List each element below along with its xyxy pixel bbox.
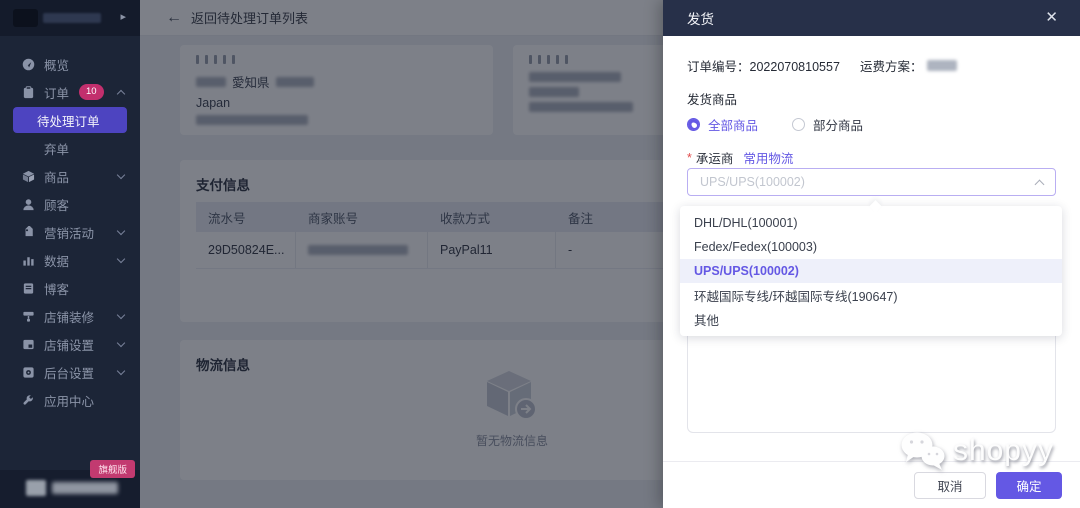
sidebar-item-backend-settings[interactable]: 后台设置: [0, 358, 140, 386]
sidebar-item-abandoned-orders[interactable]: 弃单: [0, 134, 140, 162]
chevron-up-icon: [1034, 179, 1045, 189]
sidebar-item-label: 后台设置: [44, 366, 95, 381]
sidebar-item-data[interactable]: 数据: [0, 246, 140, 274]
edition-badge: 旗舰版: [90, 460, 135, 478]
sidebar-item-label: 博客: [44, 282, 70, 297]
sidebar-item-label: 商品: [44, 170, 70, 185]
sidebar-menu: 概览 订单 10 待处理订单 弃单 商品 顾客 营销活动 数据 博客 店铺装修 …: [0, 50, 140, 414]
orders-count-badge: 10: [79, 84, 104, 100]
chevron-down-icon: [116, 226, 126, 236]
carrier-field-row: * 承运商 常用物流: [687, 148, 793, 167]
data-chart-icon: [23, 256, 34, 266]
chevron-up-icon: [116, 89, 126, 99]
order-number-row: 订单编号：2022070810557: [687, 56, 840, 75]
products-icon: [22, 170, 35, 182]
backend-settings-gear-icon: [23, 366, 34, 378]
dropdown-option-fedex[interactable]: Fedex/Fedex(100003): [680, 235, 1062, 259]
carrier-label: 承运商: [695, 152, 734, 166]
sidebar-item-customers[interactable]: 顾客: [0, 190, 140, 218]
carrier-dropdown: DHL/DHL(100001) Fedex/Fedex(100003) UPS/…: [680, 206, 1062, 336]
sidebar-item-products[interactable]: 商品: [0, 162, 140, 190]
radio-partial-label[interactable]: 部分商品: [813, 115, 863, 134]
freight-plan-row: 运费方案：: [860, 56, 957, 75]
dropdown-option-huanyue[interactable]: 环越国际专线/环越国际专线(190647): [680, 283, 1062, 307]
modal-title: 发货: [687, 12, 714, 27]
redacted-store-name: [43, 13, 101, 23]
blog-icon: [23, 282, 34, 294]
sidebar-item-label: 店铺装修: [44, 310, 95, 325]
ship-modal: 发货 ✕ 订单编号：2022070810557 运费方案： 发货商品 全部商品 …: [663, 0, 1080, 508]
orders-icon: [23, 85, 34, 98]
store-logo: [13, 9, 38, 27]
chevron-down-icon: [116, 366, 126, 376]
sidebar-item-marketing[interactable]: 营销活动: [0, 218, 140, 246]
modal-footer: 取消 确定: [663, 461, 1080, 508]
sidebar-account-bar[interactable]: 旗舰版: [0, 460, 140, 508]
radio-partial-products[interactable]: [792, 118, 806, 131]
dropdown-option-ups[interactable]: UPS/UPS(100002): [680, 259, 1062, 283]
radio-all-products[interactable]: [687, 118, 700, 131]
sidebar-collapse-icon[interactable]: ▸: [120, 10, 126, 23]
sidebar-item-label: 应用中心: [44, 394, 95, 409]
sidebar-item-overview[interactable]: 概览: [0, 50, 140, 78]
chevron-down-icon: [116, 338, 126, 348]
freight-plan-label: 运费方案：: [860, 60, 923, 74]
store-settings-icon: [23, 339, 34, 349]
customers-icon: [23, 198, 34, 210]
sidebar-item-label: 弃单: [44, 142, 70, 157]
common-logistics-link[interactable]: 常用物流: [743, 148, 793, 167]
app-center-wrench-icon: [23, 394, 33, 405]
sidebar-item-label: 顾客: [44, 198, 70, 213]
sidebar-item-blog[interactable]: 博客: [0, 274, 140, 302]
sidebar-item-label: 待处理订单: [37, 114, 100, 129]
sidebar-item-label: 概览: [44, 58, 70, 73]
chevron-down-icon: [116, 170, 126, 180]
ship-products-section-label: 发货商品: [687, 93, 738, 107]
avatar: [26, 480, 46, 496]
required-mark: *: [687, 150, 692, 165]
sidebar-item-label: 店铺设置: [44, 338, 95, 353]
dropdown-option-dhl[interactable]: DHL/DHL(100001): [680, 211, 1062, 235]
product-scope-radios: 全部商品 部分商品: [687, 115, 863, 134]
sidebar-item-store-settings[interactable]: 店铺设置: [0, 330, 140, 358]
modal-header: 发货 ✕: [663, 0, 1080, 36]
overview-icon: [22, 58, 35, 70]
sidebar: ▸ 概览 订单 10 待处理订单 弃单 商品 顾客 营销活动 数据 博客 店铺装…: [0, 0, 140, 508]
cancel-button[interactable]: 取消: [914, 471, 986, 499]
carrier-select[interactable]: UPS/UPS(100002): [687, 168, 1056, 196]
carrier-select-value: UPS/UPS(100002): [700, 175, 805, 189]
sidebar-item-label: 数据: [44, 254, 70, 269]
chevron-down-icon: [116, 254, 126, 264]
redacted-account-name: [52, 482, 118, 494]
order-number-label: 订单编号：: [687, 60, 750, 74]
dropdown-option-other[interactable]: 其他: [680, 307, 1062, 331]
sidebar-item-app-center[interactable]: 应用中心: [0, 386, 140, 414]
redacted-text: [926, 60, 957, 71]
order-number-value: 2022070810557: [749, 60, 840, 74]
chevron-down-icon: [116, 310, 126, 320]
sidebar-item-orders[interactable]: 订单 10: [0, 78, 140, 106]
sidebar-item-pending-orders[interactable]: 待处理订单: [13, 107, 127, 133]
app-screen: ▸ 概览 订单 10 待处理订单 弃单 商品 顾客 营销活动 数据 博客 店铺装…: [0, 0, 1080, 508]
marketing-tag-icon: [25, 225, 33, 236]
sidebar-item-store-design[interactable]: 店铺装修: [0, 302, 140, 330]
sidebar-item-label: 订单: [44, 86, 70, 101]
sidebar-header: ▸: [0, 0, 140, 36]
radio-all-label[interactable]: 全部商品: [708, 115, 758, 134]
sidebar-item-label: 营销活动: [44, 226, 95, 241]
store-design-icon: [23, 311, 34, 322]
confirm-button[interactable]: 确定: [996, 471, 1062, 499]
close-icon[interactable]: ✕: [1045, 8, 1058, 26]
